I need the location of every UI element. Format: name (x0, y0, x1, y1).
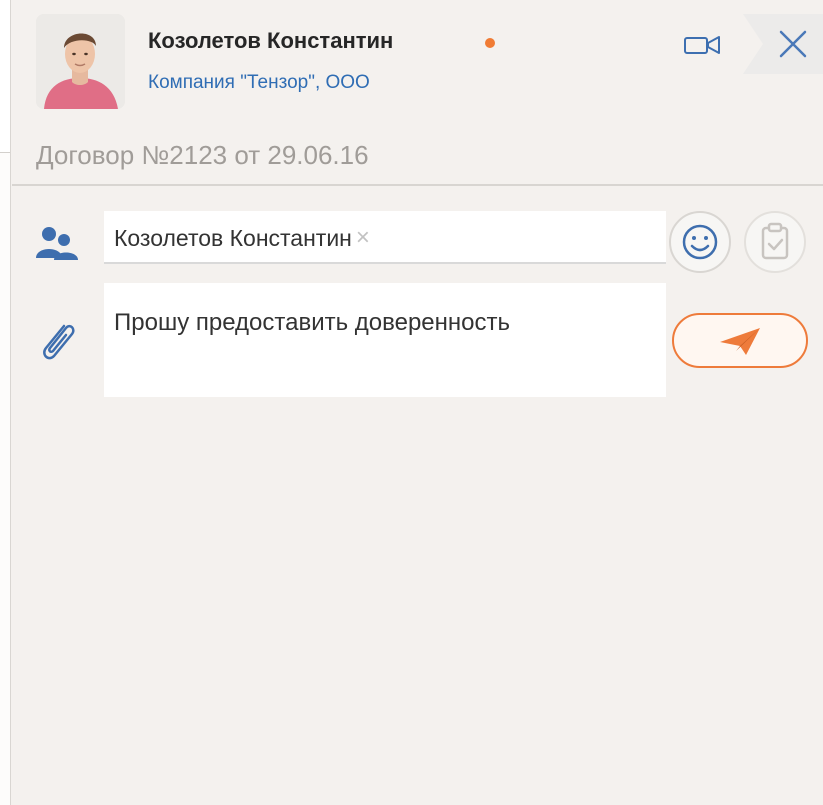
contact-name[interactable]: Козолетов Константин (148, 28, 393, 54)
recipients-field[interactable]: Козолетов Константин × (104, 211, 666, 264)
thread-subject: Договор №2123 от 29.06.16 (36, 140, 369, 170)
message-text: Прошу предоставить доверенность (114, 309, 510, 336)
smiley-icon (682, 224, 718, 260)
message-input[interactable]: Прошу предоставить доверенность (104, 283, 666, 397)
paper-plane-icon (720, 328, 760, 355)
send-button[interactable] (672, 313, 808, 368)
video-camera-icon[interactable] (683, 32, 723, 58)
recipient-chip[interactable]: Козолетов Константин × (114, 224, 370, 252)
close-button[interactable] (743, 14, 823, 74)
divider (12, 184, 823, 186)
paperclip-icon[interactable] (34, 318, 82, 366)
online-status-dot (485, 38, 495, 48)
emoji-button[interactable] (669, 211, 731, 273)
avatar[interactable] (36, 14, 125, 109)
left-panel-header-edge (0, 0, 10, 153)
create-task-button[interactable] (744, 211, 806, 273)
remove-recipient-icon[interactable]: × (356, 224, 370, 252)
company-link[interactable]: Компания "Тензор", ООО (148, 72, 370, 94)
recipient-chip-label: Козолетов Константин (114, 224, 352, 251)
contacts-icon (34, 224, 80, 264)
clipboard-icon (761, 222, 789, 260)
